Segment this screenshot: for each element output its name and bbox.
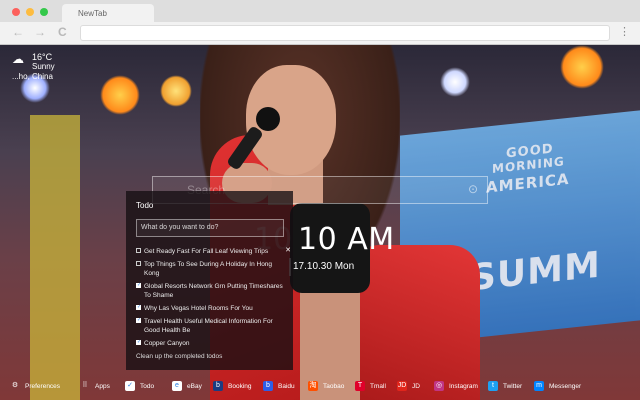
bottom-link-baidu[interactable]: b Baidu xyxy=(263,380,295,392)
sign-text: SUMM xyxy=(470,244,601,300)
bottom-link-label: Baidu xyxy=(278,382,295,390)
yellow-pillar xyxy=(30,115,80,400)
taobao-icon: 淘 xyxy=(308,381,318,391)
bottom-link-label: Todo xyxy=(140,382,155,390)
todo-title: Todo xyxy=(136,201,154,210)
todo-input[interactable]: What do you want to do? xyxy=(136,219,284,237)
stage-light xyxy=(440,67,470,97)
todo-item[interactable]: Travel Health Useful Medical Information… xyxy=(136,316,286,335)
bottom-link-label: eBay xyxy=(187,382,202,390)
browser-menu-icon[interactable]: ⋮ xyxy=(619,25,630,38)
bottom-link-taobao[interactable]: 淘 Taobao xyxy=(308,380,344,392)
ebay-icon: e xyxy=(172,381,182,391)
todo-checkbox[interactable] xyxy=(136,281,141,290)
todo-checkbox[interactable] xyxy=(136,338,141,347)
minimize-window-button[interactable] xyxy=(26,8,34,16)
bottom-link-jd[interactable]: JD JD xyxy=(397,380,420,392)
todo-item-text: Copper Canyon xyxy=(144,340,190,347)
messenger-icon: m xyxy=(534,381,544,391)
reload-icon[interactable]: C xyxy=(58,26,67,38)
bottom-link-label: Taobao xyxy=(323,382,345,390)
todo-checkbox[interactable] xyxy=(136,248,141,253)
todo-item-text: Why Las Vegas Hotel Rooms For You xyxy=(144,305,253,312)
bottom-link-todo[interactable]: ✓ Todo xyxy=(125,380,154,392)
forward-icon[interactable]: → xyxy=(34,26,46,38)
microphone xyxy=(256,107,280,131)
close-window-button[interactable] xyxy=(12,8,20,16)
todo-item-text: Global Resorts Network Grn Putting Times… xyxy=(144,283,283,299)
todo-list: Get Ready Fast For Fall Leaf Viewing Tri… xyxy=(136,247,291,352)
bottom-link-label: Twitter xyxy=(503,382,523,390)
clock-date: 17.10.30 Mon xyxy=(293,261,355,272)
bottom-link-apps[interactable]: ⠿ Apps xyxy=(80,380,110,392)
todo-item[interactable]: Top Things To See During A Holiday In Ho… xyxy=(136,260,286,278)
browser-tab[interactable]: NewTab xyxy=(62,4,154,23)
window-controls xyxy=(12,8,48,16)
booking-icon: b xyxy=(213,381,223,391)
gear-icon: ⚙ xyxy=(11,382,19,389)
tab-title: NewTab xyxy=(78,9,107,18)
checkbox-icon: ✓ xyxy=(125,381,135,391)
twitter-icon: t xyxy=(488,381,498,391)
jd-icon: JD xyxy=(397,381,407,391)
bottom-link-label: Apps xyxy=(95,382,110,390)
browser-chrome: NewTab ← → C ⋮ xyxy=(0,0,640,45)
bottom-link-label: Booking xyxy=(228,382,252,390)
weather-widget[interactable]: ☁ 16°C Sunny ...ho, China xyxy=(12,52,55,82)
tmall-icon: T xyxy=(355,381,365,391)
todo-checkbox[interactable] xyxy=(136,316,141,325)
clear-completed-link[interactable]: Clean up the completed todos xyxy=(136,353,222,360)
maximize-window-button[interactable] xyxy=(40,8,48,16)
back-icon[interactable]: ← xyxy=(12,26,24,38)
bottom-link-label: Instagram xyxy=(449,382,478,390)
bottom-link-booking[interactable]: b Booking xyxy=(213,380,252,392)
weather-location: ...ho, China xyxy=(12,72,53,81)
bottom-link-label: JD xyxy=(412,382,420,390)
bottom-link-preferences[interactable]: ⚙ Preferences xyxy=(10,380,60,392)
bottom-bar: ⚙ Preferences ⠿ Apps ✓ Todo e eBay b Booking b Baid… xyxy=(0,372,640,400)
bottom-link-label: Preferences xyxy=(25,382,61,390)
address-bar[interactable] xyxy=(80,25,610,41)
partly-sunny-icon: ☁ xyxy=(12,52,24,66)
search-icon[interactable]: ⊙ xyxy=(465,182,481,198)
delete-icon[interactable]: ✕ xyxy=(285,246,291,255)
bottom-link-label: Tmall xyxy=(370,382,386,390)
todo-panel: Todo What do you want to do? Get Ready F… xyxy=(126,191,293,370)
todo-item[interactable]: Global Resorts Network Grn Putting Times… xyxy=(136,281,286,300)
todo-item[interactable]: Copper Canyon xyxy=(136,338,286,348)
navigation-bar: ← → C ⋮ xyxy=(0,22,640,44)
bottom-link-twitter[interactable]: t Twitter xyxy=(488,380,522,392)
stage-light xyxy=(560,45,604,89)
bottom-link-label: Messenger xyxy=(549,382,582,390)
todo-item[interactable]: Why Las Vegas Hotel Rooms For You xyxy=(136,303,286,313)
todo-item-text: Get Ready Fast For Fall Leaf Viewing Tri… xyxy=(144,248,269,255)
clock-time: 10 AM xyxy=(298,222,395,257)
bottom-link-ebay[interactable]: e eBay xyxy=(172,380,202,392)
todo-item-text: Top Things To See During A Holiday In Ho… xyxy=(144,261,273,277)
baidu-icon: b xyxy=(263,381,273,391)
bottom-link-instagram[interactable]: ◎ Instagram xyxy=(434,380,478,392)
bottom-link-messenger[interactable]: m Messenger xyxy=(534,380,581,392)
stage-light xyxy=(100,75,140,115)
todo-checkbox[interactable] xyxy=(136,303,141,312)
grid-icon: ⠿ xyxy=(82,382,88,389)
bottom-link-tmall[interactable]: T Tmall xyxy=(355,380,386,392)
todo-item-text: Travel Health Useful Medical Information… xyxy=(144,318,273,334)
instagram-icon: ◎ xyxy=(434,381,444,391)
todo-checkbox[interactable] xyxy=(136,261,141,266)
todo-item[interactable]: Get Ready Fast For Fall Leaf Viewing Tri… xyxy=(136,247,291,256)
stage-light xyxy=(160,75,192,107)
